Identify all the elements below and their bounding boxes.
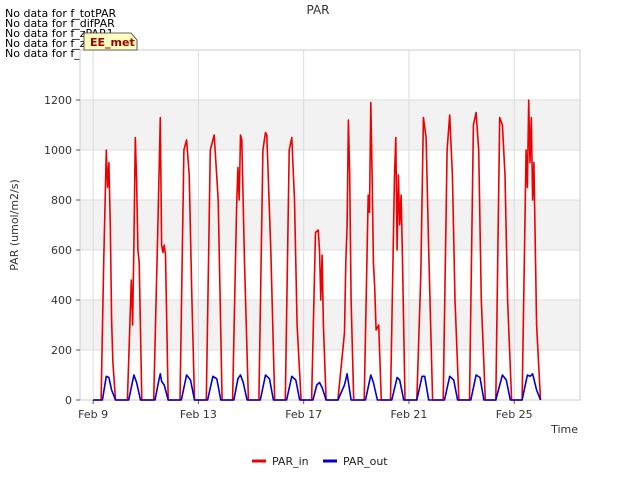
x-tick-label: Feb 25: [496, 408, 533, 421]
y-tick-label: 200: [51, 344, 72, 357]
shaded-band: [80, 100, 580, 150]
y-axis-label: PAR (umol/m2/s): [8, 179, 21, 271]
y-tick-label: 0: [65, 394, 72, 407]
x-axis-label: Time: [550, 423, 578, 436]
x-tick-label: Feb 13: [180, 408, 217, 421]
x-tick-label: Feb 9: [78, 408, 108, 421]
y-tick-label: 800: [51, 194, 72, 207]
site-badge: EE_met: [83, 32, 138, 51]
badge-label: EE_met: [90, 36, 135, 49]
legend: PAR_in PAR_out: [252, 455, 388, 468]
x-tick-label: Feb 21: [390, 408, 427, 421]
y-tick-label: 1000: [44, 144, 72, 157]
y-tick-label: 600: [51, 244, 72, 257]
y-tick-label: 400: [51, 294, 72, 307]
y-tick-label: 1200: [44, 94, 72, 107]
par-chart: 0 200 400 600 800 1000 1200 Feb 9 Feb 13 Feb 17 F…: [8, 3, 581, 468]
x-tick-label: Feb 17: [285, 408, 322, 421]
legend-label-par-in: PAR_in: [272, 455, 309, 468]
chart-title: PAR: [306, 3, 329, 17]
legend-label-par-out: PAR_out: [343, 455, 388, 468]
